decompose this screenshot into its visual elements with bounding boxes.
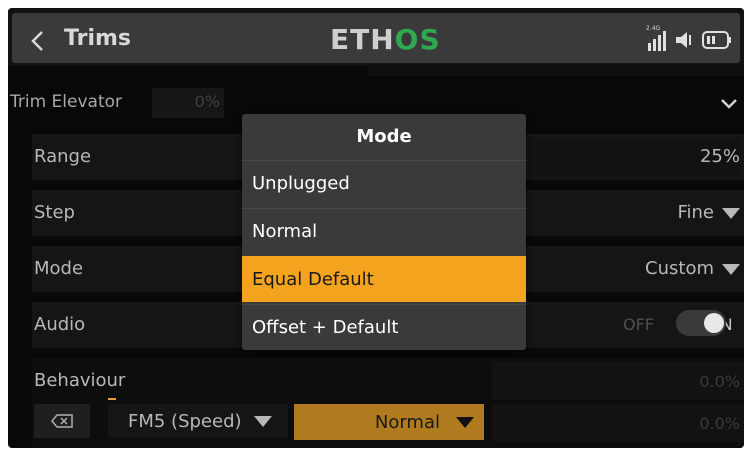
signal-icon: 2.4G [646,25,668,51]
toggle-knob [704,313,724,333]
signal-label: 2.4G [646,25,661,32]
dropdown-arrow-icon [722,207,740,219]
mode-select[interactable]: Custom [528,258,740,279]
ethos-logo: ETHOS [330,23,441,56]
header-bar: Trims ETHOS 2.4G [8,8,744,66]
audio-toggle[interactable] [676,310,726,336]
behaviour-mode-value: Normal [374,412,440,433]
logo-text: ETH [330,23,395,56]
audio-off-label: OFF [623,315,654,334]
flight-mode-select[interactable]: FM5 (Speed) [108,404,288,438]
behaviour-label: Behaviour [34,370,126,391]
trim-elevator-value: 0% [194,92,220,111]
range-value[interactable]: 25% [528,146,740,167]
back-chevron-icon[interactable] [30,30,44,52]
behaviour-value-1[interactable]: 0.0% [492,372,740,391]
popup-option-equal-default[interactable]: Equal Default [242,256,526,302]
popup-option-normal[interactable]: Normal [242,208,526,254]
chevron-down-icon[interactable] [720,98,738,110]
popup-title: Mode [356,126,412,147]
mode-label: Mode [34,258,84,279]
logo-text-os: OS [394,23,441,56]
popup-option-offset-default[interactable]: Offset + Default [242,304,526,350]
mode-popup: Mode Unplugged Normal Equal Default Offs… [242,114,526,350]
header-box: Trims ETHOS 2.4G [12,13,740,63]
step-value: Fine [677,202,714,223]
audio-label: Audio [34,314,86,335]
divider [368,66,744,76]
dropdown-arrow-icon [722,263,740,275]
dropdown-arrow-icon [456,417,474,428]
mode-value: Custom [645,258,714,279]
popup-option-unplugged[interactable]: Unplugged [242,160,526,206]
trim-elevator-label: Trim Elevator [10,92,123,112]
flight-mode-value: FM5 (Speed) [128,411,242,432]
dropdown-arrow-icon [254,416,272,427]
behaviour-value-2[interactable]: 0.0% [492,414,740,433]
page-title: Trims [64,26,131,51]
step-select[interactable]: Fine [528,202,740,223]
speaker-icon [676,32,691,48]
range-label: Range [34,146,92,167]
battery-icon [702,31,731,49]
step-label: Step [34,202,75,223]
behaviour-mode-select[interactable]: Normal [294,404,484,440]
clear-icon [51,414,73,428]
clear-button[interactable] [34,404,90,438]
status-icons: 2.4G [646,25,732,53]
screen: Trims ETHOS 2.4G Trim Elevator 0% Range … [8,8,744,448]
